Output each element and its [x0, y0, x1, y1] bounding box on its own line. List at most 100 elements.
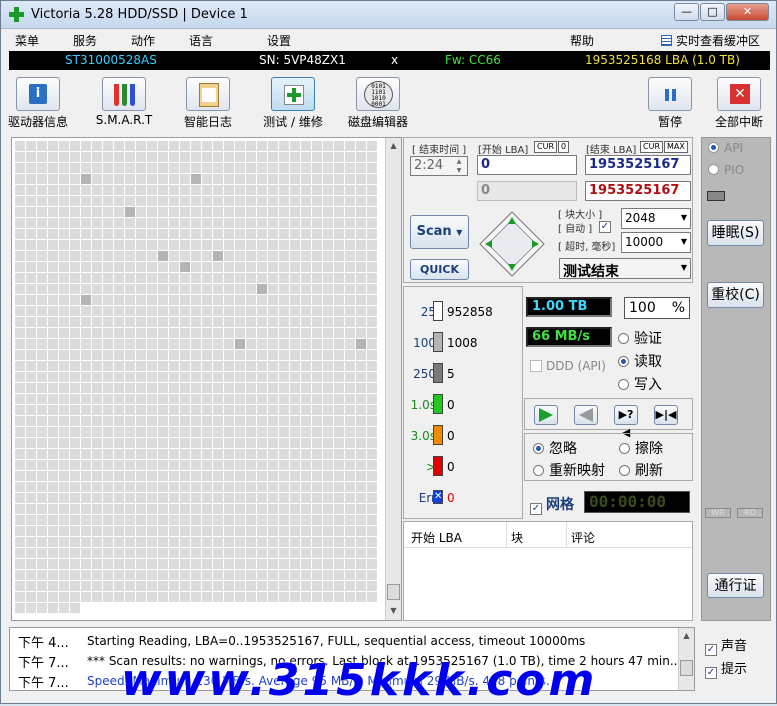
- refresh-radio[interactable]: 刷新: [619, 460, 663, 480]
- scan-block: [37, 438, 47, 448]
- latency-row: Err ✕ 0: [406, 487, 522, 509]
- scroll-up-icon[interactable]: ▲: [386, 138, 401, 154]
- end-button[interactable]: ▶|◀: [654, 405, 678, 425]
- menu-main[interactable]: 菜单: [15, 32, 39, 49]
- ignore-label: 忽略: [549, 441, 577, 457]
- timeout-select[interactable]: 10000: [621, 232, 691, 253]
- col-block[interactable]: 块: [511, 529, 523, 546]
- end-lba-input[interactable]: 1953525167: [585, 155, 691, 175]
- scan-block: [235, 449, 245, 459]
- scan-block: [26, 218, 36, 228]
- scan-block: [235, 284, 245, 294]
- scan-block: [158, 559, 168, 569]
- sound-checkbox[interactable]: ✓ 声音: [705, 635, 747, 656]
- scroll-up-icon[interactable]: ▲: [679, 628, 694, 644]
- pio-radio[interactable]: PIO: [708, 163, 744, 177]
- stop-all-button[interactable]: ✕ 全部中断: [709, 77, 769, 130]
- scan-block: [81, 526, 91, 536]
- auto-checkbox[interactable]: ✓: [599, 221, 611, 233]
- scan-block: [103, 141, 113, 151]
- test-repair-button[interactable]: 测试 / 维修: [257, 77, 329, 130]
- passport-button[interactable]: 通行证: [707, 573, 764, 598]
- end-cur-button[interactable]: CUR: [640, 141, 663, 153]
- scan-block: [59, 515, 69, 525]
- start-zero-button[interactable]: 0: [558, 141, 570, 153]
- close-button[interactable]: ✕: [726, 3, 769, 21]
- col-start-lba[interactable]: 开始 LBA: [411, 529, 462, 546]
- maximize-button[interactable]: □: [700, 3, 725, 21]
- menu-help[interactable]: 帮助: [570, 32, 594, 49]
- api-radio[interactable]: API: [708, 141, 743, 155]
- scan-block: [15, 141, 25, 151]
- remap-radio[interactable]: 重新映射: [533, 460, 605, 480]
- read-radio[interactable]: 读取: [618, 351, 662, 371]
- scan-block: [279, 218, 289, 228]
- scan-block: [103, 185, 113, 195]
- scroll-thumb[interactable]: [387, 584, 400, 600]
- smart-button[interactable]: S.M.A.R.T: [91, 77, 157, 127]
- minimize-button[interactable]: —: [674, 3, 699, 21]
- menu-language[interactable]: 语言: [189, 32, 213, 49]
- erase-radio[interactable]: 擦除: [619, 438, 663, 458]
- scan-block: [180, 515, 190, 525]
- end-time-spinner[interactable]: ▲ ▼: [452, 157, 466, 175]
- scan-block: [224, 240, 234, 250]
- scan-block: [279, 229, 289, 239]
- scan-block: [147, 207, 157, 217]
- block-size-select[interactable]: 2048: [621, 208, 691, 229]
- scan-block: [301, 141, 311, 151]
- recalibrate-button[interactable]: 重校(C): [707, 282, 764, 308]
- quick-button[interactable]: QUICK: [410, 259, 469, 280]
- smart-log-button[interactable]: 智能日志: [175, 77, 241, 130]
- scan-block: [279, 405, 289, 415]
- scan-block: [312, 416, 322, 426]
- scan-block: [158, 416, 168, 426]
- scan-block: [279, 471, 289, 481]
- drive-info-button[interactable]: i 驱动器信息: [5, 77, 71, 130]
- col-comment[interactable]: 评论: [571, 529, 595, 546]
- scan-block: [180, 262, 190, 272]
- ddd-api-checkbox[interactable]: DDD (API): [530, 359, 606, 373]
- scan-block: [202, 350, 212, 360]
- log-scrollbar[interactable]: ▲: [678, 628, 694, 690]
- ignore-radio[interactable]: 忽略: [533, 438, 577, 458]
- verify-radio[interactable]: 验证: [618, 328, 662, 348]
- realtime-buffer-toggle[interactable]: 实时查看缓冲区: [661, 32, 760, 49]
- sleep-button[interactable]: 睡眠(S): [707, 220, 764, 246]
- test-status-select[interactable]: 测试结束: [559, 258, 691, 280]
- start-cur-button[interactable]: CUR: [534, 141, 557, 153]
- start-lba-input[interactable]: 0: [477, 155, 577, 175]
- grid-checkbox[interactable]: ✓ 网格: [530, 494, 574, 515]
- latency-swatch: ✕: [433, 490, 443, 504]
- read-label: 读取: [634, 354, 662, 370]
- play-button[interactable]: [534, 405, 558, 425]
- transport-controls: ▶?◀ ▶|◀: [524, 398, 693, 439]
- hints-checkbox[interactable]: ✓ 提示: [705, 658, 747, 679]
- scan-button[interactable]: Scan ▼: [410, 215, 469, 249]
- scroll-thumb[interactable]: [680, 660, 693, 676]
- scan-block: [301, 163, 311, 173]
- direction-pad[interactable]: [478, 210, 546, 278]
- scan-block: [103, 548, 113, 558]
- menu-action[interactable]: 动作: [131, 32, 155, 49]
- scan-block: [125, 427, 135, 437]
- menu-settings[interactable]: 设置: [267, 32, 291, 49]
- scan-block: [290, 218, 300, 228]
- disk-editor-button[interactable]: 0101 1101 1010 0001 磁盘编辑器: [345, 77, 411, 130]
- end-max-button[interactable]: MAX: [664, 141, 688, 153]
- scan-block: [356, 482, 366, 492]
- scan-block: [235, 262, 245, 272]
- scan-map-scrollbar[interactable]: ▲ ▼: [385, 138, 401, 620]
- scroll-down-icon[interactable]: ▼: [386, 603, 401, 619]
- reverse-button[interactable]: [574, 405, 598, 425]
- skip-bad-button[interactable]: ▶?◀: [614, 405, 638, 439]
- pause-button[interactable]: 暂停: [641, 77, 699, 130]
- scan-block: [158, 229, 168, 239]
- scan-block: [92, 537, 102, 547]
- menu-service[interactable]: 服务: [73, 32, 97, 49]
- scan-block: [213, 174, 223, 184]
- scan-block: [290, 548, 300, 558]
- scan-block: [15, 328, 25, 338]
- write-radio[interactable]: 写入: [618, 374, 662, 394]
- scan-block: [15, 537, 25, 547]
